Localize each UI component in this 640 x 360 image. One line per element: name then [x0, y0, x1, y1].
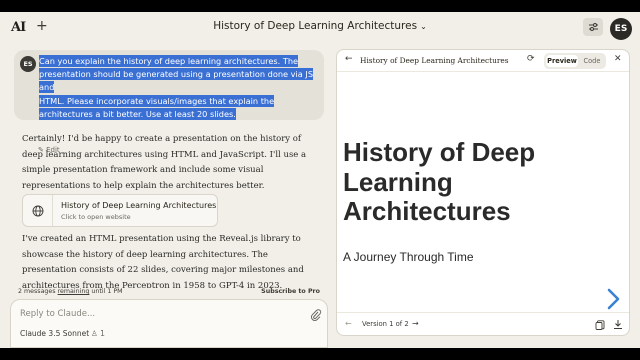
users-count: 1: [100, 329, 105, 338]
artifact-panel-title: History of Deep Learning Architectures: [360, 56, 509, 65]
sliders-icon: [588, 23, 598, 31]
reply-input[interactable]: Reply to Claude... Claude 3.5 Sonnet ♙ 1: [10, 299, 328, 348]
app-window: AI + History of Deep Learning Architectu…: [0, 12, 640, 348]
person-icon: ♙: [91, 329, 98, 338]
user-message-line: Can you explain the history of deep lear…: [39, 55, 299, 67]
slide-subtitle: A Journey Through Time: [343, 250, 474, 264]
artifact-card[interactable]: History of Deep Learning Architectures C…: [22, 194, 218, 227]
user-message-line: presentation should be generated using a…: [39, 68, 314, 94]
limit-suffix: until 1 PM: [89, 288, 123, 295]
preview-code-toggle: Preview Code: [544, 53, 606, 69]
artifact-panel: ← History of Deep Learning Architectures…: [336, 49, 630, 336]
remaining-link[interactable]: remaining: [58, 288, 90, 295]
message-limit-notice: 2 messages remaining until 1 PM Subscrib…: [18, 288, 320, 298]
paperclip-icon[interactable]: [309, 308, 323, 322]
code-tab[interactable]: Code: [580, 55, 604, 67]
project-users[interactable]: ♙ 1: [91, 329, 105, 338]
slide-title: History of Deep Learning Architectures: [343, 137, 536, 226]
subscribe-link[interactable]: Subscribe to Pro: [261, 288, 320, 295]
artifact-panel-header: ← History of Deep Learning Architectures…: [337, 50, 629, 72]
top-bar: AI + History of Deep Learning Architectu…: [0, 12, 640, 42]
previous-version-icon[interactable]: ←: [345, 319, 352, 328]
artifact-card-subtitle: Click to open website: [61, 213, 131, 221]
preview-tab[interactable]: Preview: [546, 55, 578, 67]
globe-icon: [23, 195, 53, 226]
refresh-icon[interactable]: ⟳: [527, 54, 535, 64]
user-message-avatar: ES: [20, 56, 36, 72]
next-version-icon[interactable]: →: [412, 319, 419, 328]
assistant-paragraph: I've created an HTML presentation using …: [22, 234, 304, 288]
settings-button[interactable]: [583, 18, 603, 36]
limit-prefix: 2 messages: [18, 288, 58, 295]
user-message-line: HTML. Please incorporate visuals/images …: [39, 94, 275, 107]
model-selector[interactable]: Claude 3.5 Sonnet: [20, 329, 89, 338]
version-label: Version 1 of 2: [362, 320, 409, 328]
close-icon[interactable]: ✕: [614, 54, 622, 64]
user-message-line: architectures a bit better. Use at least…: [39, 107, 236, 120]
slide-preview: History of Deep Learning Architectures A…: [337, 72, 629, 312]
artifact-panel-footer: ← Version 1 of 2 →: [337, 312, 629, 335]
reply-placeholder: Reply to Claude...: [20, 309, 96, 319]
conversation-title[interactable]: History of Deep Learning Architectures ⌄: [0, 20, 640, 32]
chevron-right-icon[interactable]: [605, 287, 621, 311]
download-icon[interactable]: [613, 319, 623, 330]
copy-icon[interactable]: [595, 320, 605, 330]
chevron-down-icon: ⌄: [420, 22, 427, 31]
back-arrow-icon[interactable]: ←: [345, 54, 353, 64]
user-avatar[interactable]: ES: [610, 18, 632, 40]
user-message-text: Can you explain the history of deep lear…: [39, 55, 319, 121]
artifact-card-title: History of Deep Learning Architectures: [61, 201, 217, 210]
assistant-paragraph: Certainly! I'd be happy to create a pres…: [22, 134, 307, 191]
user-message: ES Can you explain the history of deep l…: [14, 50, 324, 154]
conversation-title-text: History of Deep Learning Architectures: [213, 20, 418, 32]
